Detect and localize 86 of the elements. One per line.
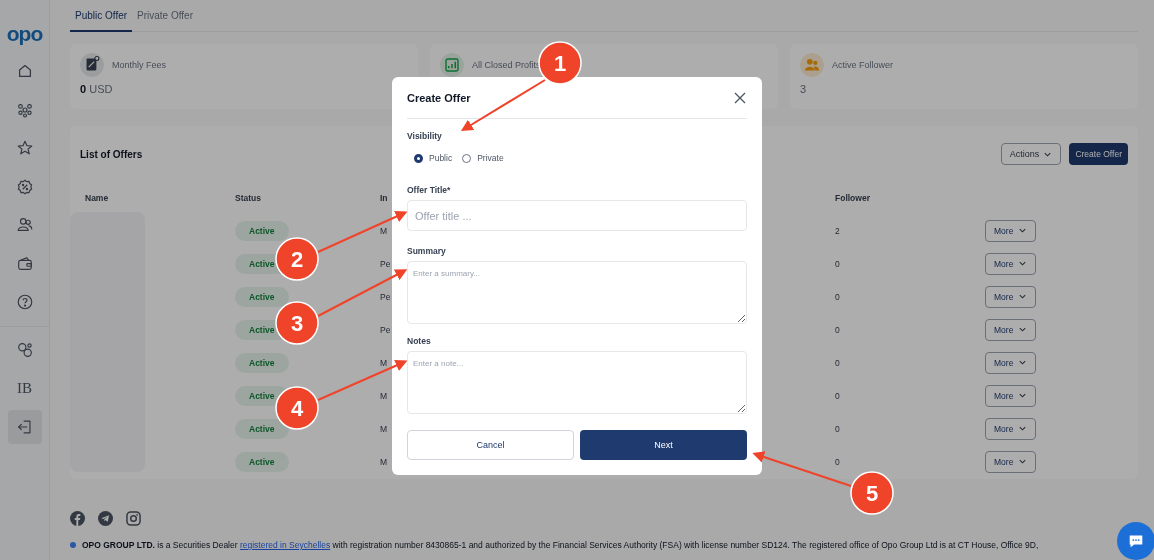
more-dropdown[interactable]: More <box>985 252 1037 275</box>
stat-value: 3 <box>800 83 808 95</box>
table-cell: M <box>380 390 388 401</box>
more-dropdown[interactable]: More <box>985 417 1037 440</box>
input-field[interactable]: Enter a note... <box>407 351 747 414</box>
table-cell: 0 <box>835 324 840 335</box>
more-dropdown[interactable]: More <box>985 285 1037 308</box>
legal-notice: OPO GROUP LTD. is a Securities Dealer registered in Seychelles with registration number 8430865-1 and authorized by the Financial Services Authority (FSA) with license number SD124. The registered office of Opo Group Ltd is at CT House, Office 9D, <box>82 540 1039 550</box>
table-cell: M <box>380 225 388 236</box>
discount-icon <box>15 177 34 196</box>
brand-logo: opo <box>6 22 43 46</box>
column-header: Follower <box>835 193 870 203</box>
stat-label: Active Follower <box>832 60 894 70</box>
status-pill: Active <box>235 352 289 373</box>
table-cell: 0 <box>835 390 840 401</box>
facebook-icon[interactable] <box>70 511 85 526</box>
step-marker: 2 <box>275 237 319 281</box>
dialog-title: Create Offer <box>407 91 472 104</box>
chevron-down-icon <box>1018 226 1028 235</box>
more-dropdown[interactable]: More <box>985 318 1037 341</box>
status-pill: Active <box>235 220 289 241</box>
help-icon <box>15 293 34 311</box>
close-button[interactable] <box>733 90 747 105</box>
section-title: List of Offers <box>80 148 143 160</box>
table-cell: M <box>380 357 388 368</box>
more-dropdown[interactable]: More <box>985 351 1037 374</box>
table-cell: 0 <box>835 258 840 269</box>
more-dropdown[interactable]: More <box>985 219 1037 242</box>
stat-value: 0 USD <box>80 83 114 95</box>
status-pill: Active <box>235 418 289 439</box>
wallet-icon <box>15 254 34 273</box>
chevron-down-icon <box>1018 391 1028 400</box>
actions-dropdown[interactable]: Actions <box>1000 143 1062 165</box>
chevron-down-icon <box>1018 424 1028 433</box>
instagram-icon[interactable] <box>126 511 141 526</box>
more-dropdown[interactable]: More <box>985 450 1037 473</box>
radio-option[interactable]: Public <box>414 153 453 163</box>
step-marker: 4 <box>275 386 319 430</box>
tab[interactable]: Private Offer <box>132 0 198 32</box>
input-field[interactable]: Enter a summary... <box>407 261 747 324</box>
chevron-down-icon <box>1018 457 1028 466</box>
radio-option[interactable]: Private <box>462 153 504 163</box>
next-button[interactable]: Next <box>580 430 747 460</box>
sidebar-item[interactable] <box>7 409 42 444</box>
stat-label: Monthly Fees <box>112 60 167 70</box>
bullet-icon <box>70 542 76 548</box>
field-label: Summary <box>407 246 447 256</box>
chevron-down-icon <box>1018 358 1028 367</box>
create-offer-button[interactable]: Create Offer <box>1069 143 1128 165</box>
more-dropdown[interactable]: More <box>985 384 1037 407</box>
chart-icon <box>440 53 464 77</box>
table-cell: 0 <box>835 456 840 467</box>
status-pill: Active <box>235 286 289 307</box>
field-label: Notes <box>407 336 432 346</box>
cancel-button[interactable]: Cancel <box>407 430 574 460</box>
table-cell: Pe <box>380 291 391 302</box>
tab[interactable]: Public Offer <box>70 0 133 32</box>
field-label: Visibility <box>407 131 443 141</box>
sidebar-item[interactable]: IB <box>7 371 42 405</box>
step-marker: 5 <box>850 471 894 515</box>
column-header: Name <box>85 193 109 203</box>
table-cell: 0 <box>835 291 840 302</box>
circles-icon <box>15 340 34 359</box>
field-label: Offer Title* <box>407 185 452 195</box>
close-icon <box>733 90 747 105</box>
table-cell: M <box>380 456 388 467</box>
table-cell: M <box>380 423 388 434</box>
telegram-icon[interactable] <box>98 511 113 526</box>
step-marker: 3 <box>275 301 319 345</box>
step-marker: 1 <box>538 41 582 85</box>
table-cell: 0 <box>835 357 840 368</box>
input-field[interactable]: Offer title ... <box>407 200 747 231</box>
star-icon <box>15 139 34 157</box>
column-header: Status <box>235 193 261 203</box>
people-icon <box>800 53 824 77</box>
column-header: In <box>380 193 388 203</box>
chevron-down-icon <box>1018 292 1028 301</box>
users-icon <box>15 216 34 234</box>
table-cell: Pe <box>380 324 391 335</box>
chevron-down-icon <box>1018 325 1028 334</box>
table-cell: 0 <box>835 423 840 434</box>
table-cell: 2 <box>835 225 840 236</box>
status-pill: Active <box>235 451 289 472</box>
registration-link[interactable]: registered in Seychelles <box>239 540 331 550</box>
table-cell: Pe <box>380 258 391 269</box>
chevron-down-icon <box>1018 259 1028 268</box>
